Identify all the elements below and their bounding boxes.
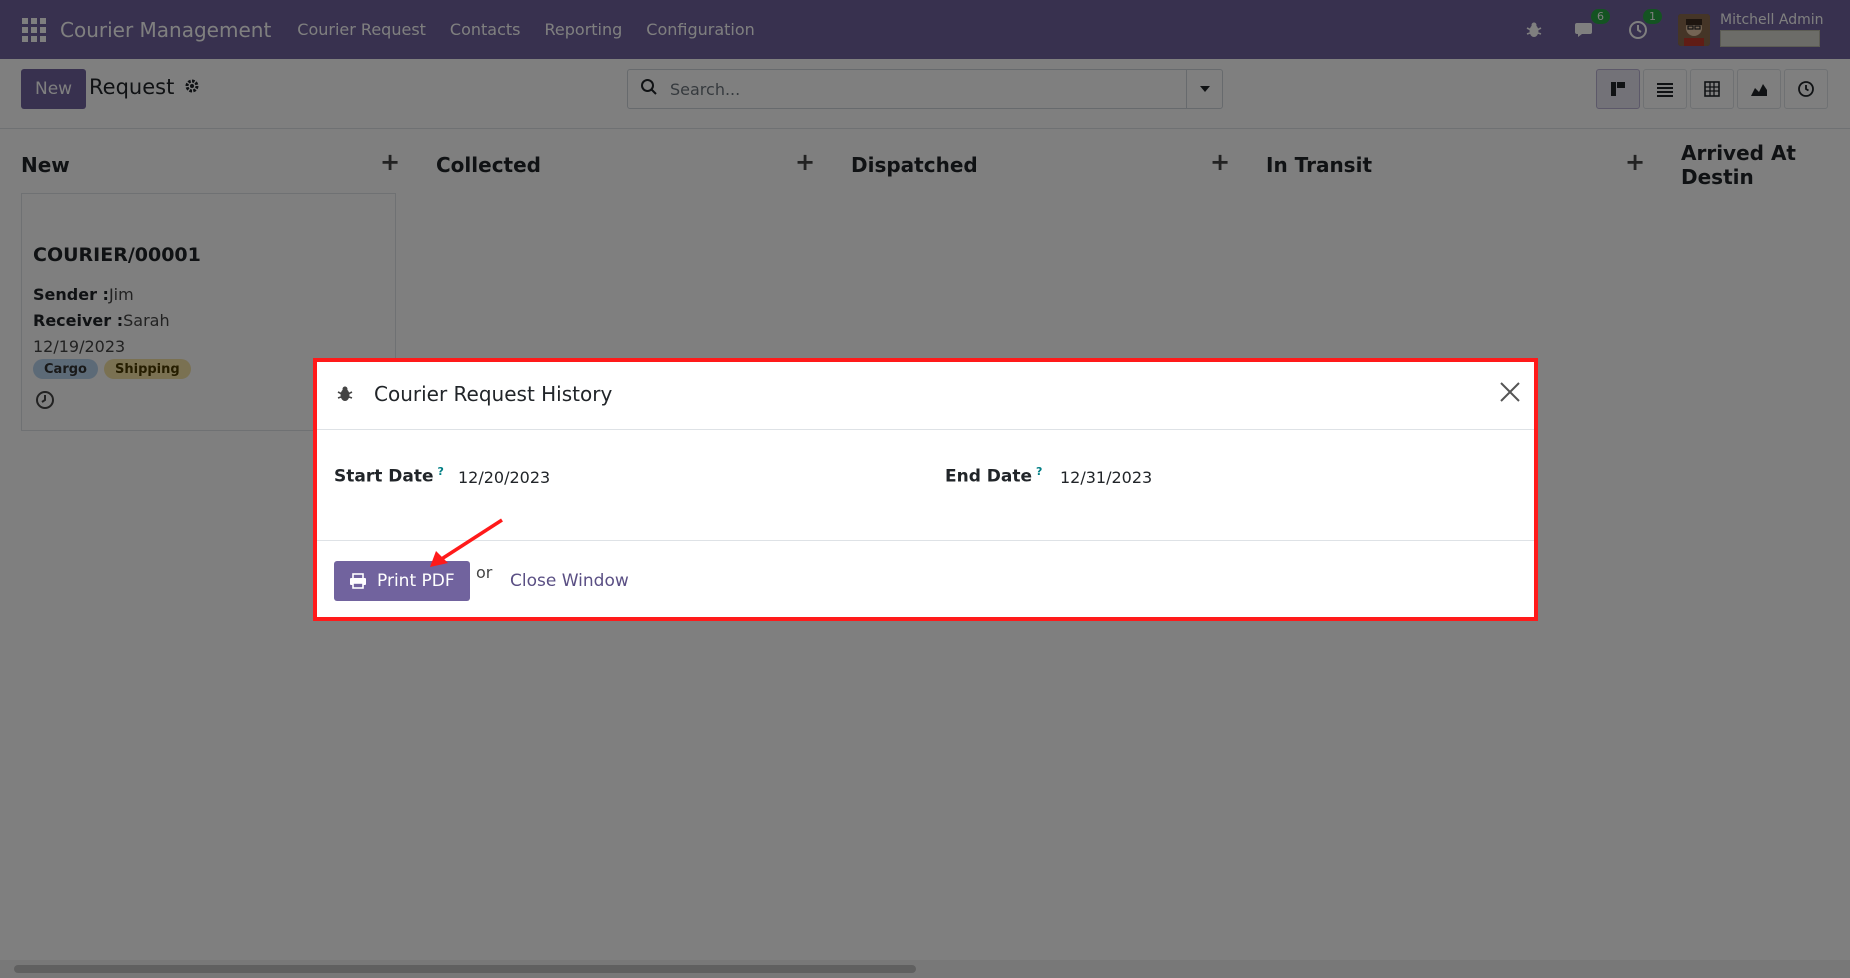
highlight-box [313, 358, 1538, 621]
annotation-arrow [430, 518, 503, 567]
